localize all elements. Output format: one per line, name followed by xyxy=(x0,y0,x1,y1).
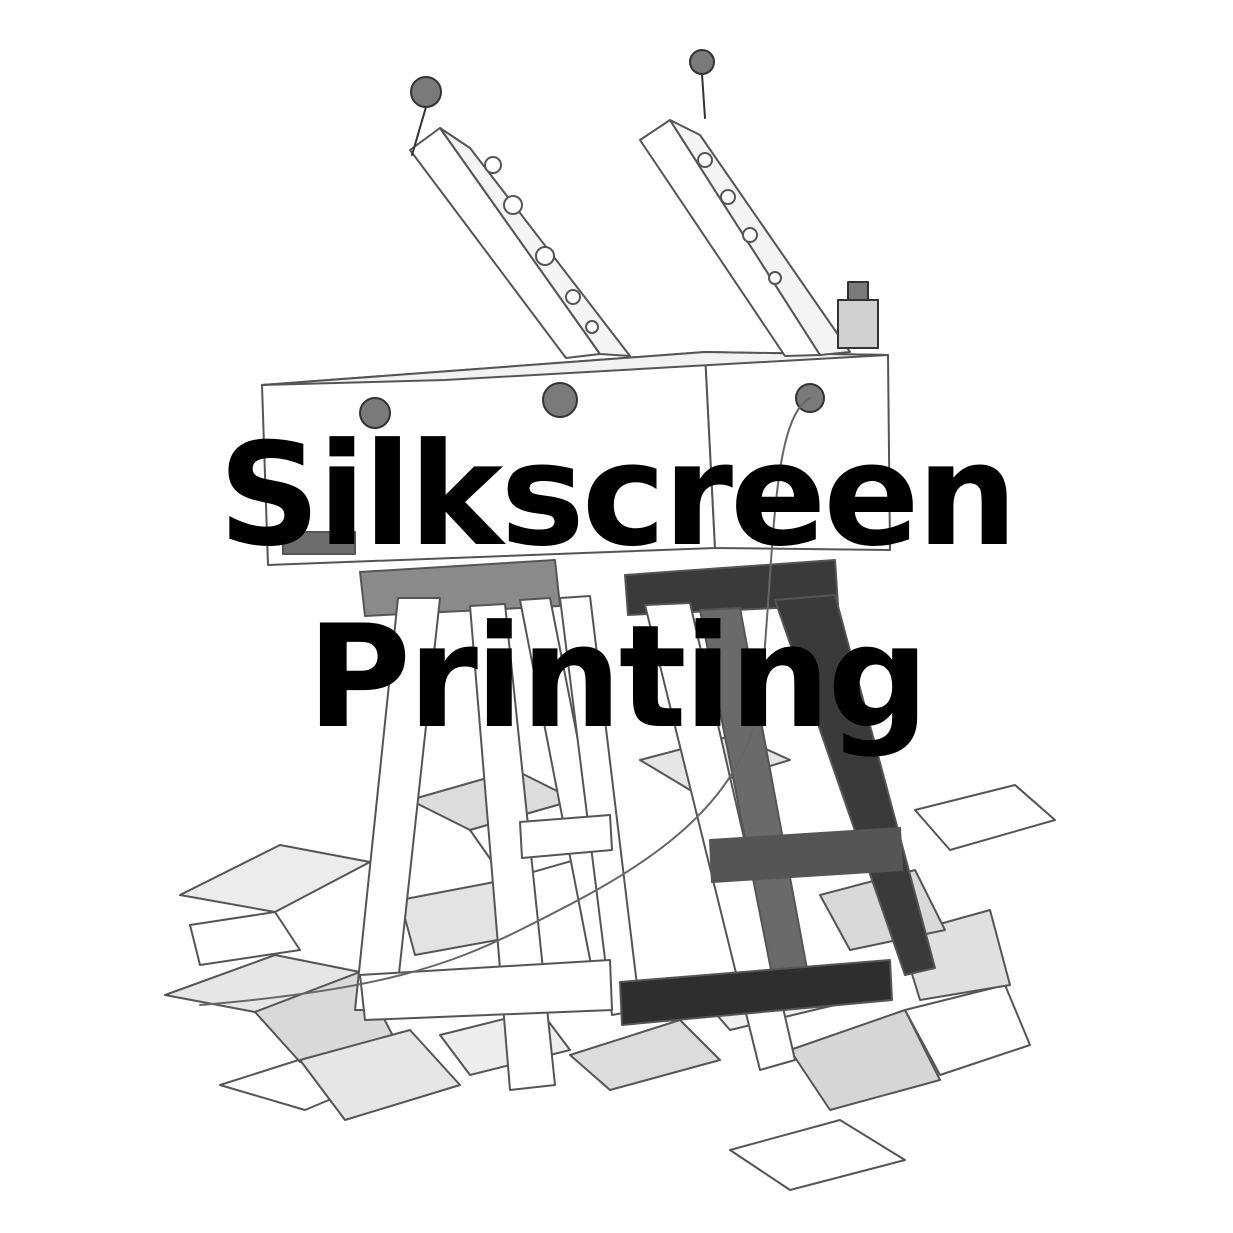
poster: Silkscreen Printing xyxy=(0,0,1233,1233)
page-title: Silkscreen Printing xyxy=(0,405,1233,769)
title-line-2: Printing xyxy=(306,595,929,760)
screen-arms xyxy=(409,119,851,359)
title-line-1: Silkscreen xyxy=(218,413,1017,578)
